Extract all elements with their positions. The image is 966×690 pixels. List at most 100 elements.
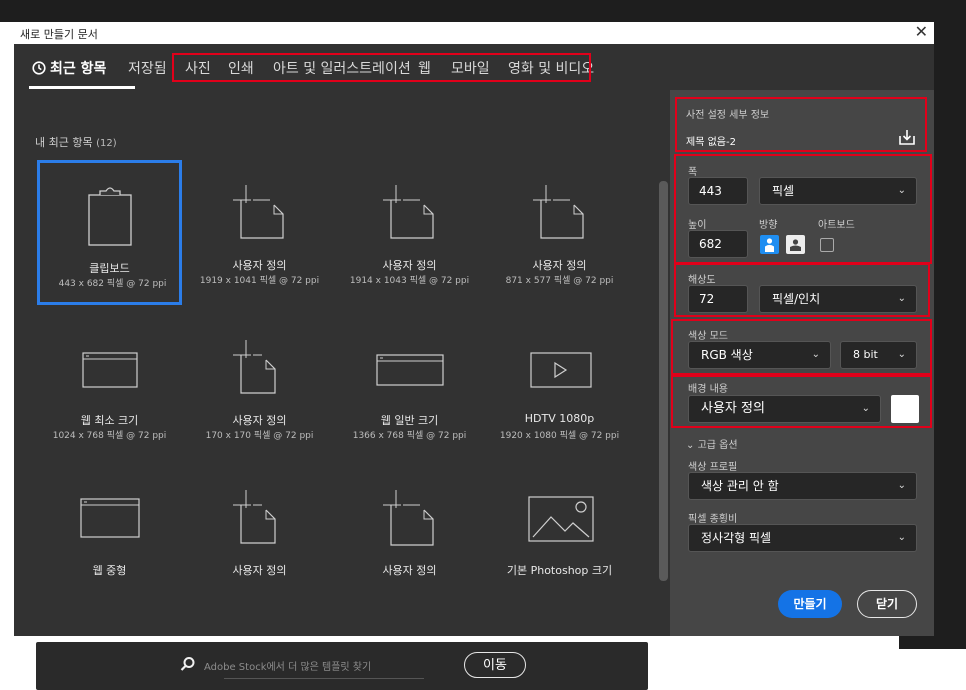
preset-name-field[interactable]: 제목 없음-2 [686, 133, 736, 148]
custom-document-icon [337, 483, 482, 553]
tile-name: 사용자 정의 [382, 259, 437, 272]
search-icon [180, 657, 195, 671]
color-mode-dropdown[interactable]: RGB 색상 ⌄ [688, 341, 831, 369]
tab-saved[interactable]: 저장됨 [128, 58, 167, 78]
new-document-dialog: 새로 만들기 문서 ✕ 최근 항목 저장됨 사진 인쇄 아트 및 일러스트레이션… [14, 22, 934, 690]
preset-tile[interactable]: 웹 중형 [37, 465, 182, 610]
color-mode-value: RGB 색상 [701, 348, 753, 362]
bit-depth-dropdown[interactable]: 8 bit ⌄ [840, 341, 917, 369]
resolution-input[interactable]: 72 [688, 285, 748, 313]
tile-name: 웹 최소 크기 [80, 414, 139, 427]
preset-tile[interactable]: 사용자 정의 1919 x 1041 픽셀 @ 72 ppi [187, 160, 332, 305]
background-bar-right [934, 0, 966, 649]
tab-art-illustration[interactable]: 아트 및 일러스트레이션 [273, 58, 411, 78]
pixel-ratio-value: 정사각형 픽셀 [701, 531, 772, 545]
background-bar-top [0, 0, 966, 22]
chevron-down-icon: ⌄ [897, 293, 906, 304]
artboard-checkbox[interactable] [820, 238, 834, 252]
tile-dims: 1920 x 1080 픽셀 @ 72 ppi [499, 431, 620, 441]
go-button[interactable]: 이동 [464, 652, 526, 678]
active-tab-indicator [29, 86, 135, 89]
color-profile-value: 색상 관리 안 함 [701, 479, 779, 493]
portrait-icon[interactable] [760, 235, 779, 254]
chevron-down-icon: ⌄ [861, 403, 870, 414]
save-preset-icon[interactable] [898, 128, 916, 146]
preset-tile[interactable]: 사용자 정의 [337, 465, 482, 610]
tile-dims: 871 x 577 픽셀 @ 72 ppi [505, 276, 614, 286]
dialog-titlebar: 새로 만들기 문서 ✕ [14, 22, 934, 44]
background-strip [899, 636, 966, 649]
preset-details-pane: 사전 설정 세부 정보 제목 없음-2 폭 443 픽셀 ⌄ 높이 방향 아트보드… [670, 90, 934, 636]
tab-film-video[interactable]: 영화 및 비디오 [508, 58, 594, 78]
stock-search-bar: Adobe Stock에서 더 많은 템플릿 찾기 이동 [36, 642, 648, 690]
tile-dims: 1024 x 768 픽셀 @ 72 ppi [52, 431, 167, 441]
tile-name: 웹 일반 크기 [380, 414, 439, 427]
tile-name: 웹 중형 [92, 564, 127, 577]
chevron-down-icon: ⌄ [897, 349, 906, 360]
color-mode-label: 색상 모드 [688, 331, 728, 342]
stock-search-input[interactable]: Adobe Stock에서 더 많은 템플릿 찾기 [204, 658, 371, 673]
background-label: 배경 내용 [688, 384, 728, 395]
clipboard-icon [40, 181, 179, 251]
artboard-label: 아트보드 [818, 220, 855, 231]
tab-mobile[interactable]: 모바일 [451, 58, 490, 78]
width-label: 폭 [688, 167, 698, 178]
preset-tile[interactable]: 사용자 정의 170 x 170 픽셀 @ 72 ppi [187, 315, 332, 460]
preset-tile[interactable]: HDTV 1080p 1920 x 1080 픽셀 @ 72 ppi [487, 315, 632, 460]
recent-pane: 내 최근 항목 (12) 클립보드 443 x 682 픽셀 @ 72 ppi … [14, 90, 670, 690]
pixel-ratio-dropdown[interactable]: 정사각형 픽셀 ⌄ [688, 524, 917, 552]
preset-tile[interactable]: 기본 Photoshop 크기 [487, 465, 632, 610]
preset-tile[interactable]: 사용자 정의 [187, 465, 332, 610]
close-button[interactable]: 닫기 [857, 590, 917, 618]
advanced-options-label: 고급 옵션 [697, 440, 738, 451]
height-input[interactable]: 682 [688, 230, 748, 258]
preset-tile[interactable]: 웹 최소 크기 1024 x 768 픽셀 @ 72 ppi [37, 315, 182, 460]
recent-section-label: 내 최근 항목 (12) [35, 136, 117, 149]
color-profile-label: 색상 프로필 [688, 462, 738, 473]
tile-name: 사용자 정의 [232, 564, 287, 577]
tile-name: 사용자 정의 [382, 564, 437, 577]
advanced-options-toggle[interactable]: ⌄ 고급 옵션 [686, 436, 738, 451]
custom-document-icon [337, 178, 482, 248]
web-window-icon [37, 483, 182, 553]
custom-document-icon [187, 333, 332, 403]
clock-icon [32, 61, 46, 75]
color-profile-dropdown[interactable]: 색상 관리 안 함 ⌄ [688, 472, 917, 500]
preset-tile[interactable]: 사용자 정의 871 x 577 픽셀 @ 72 ppi [487, 160, 632, 305]
custom-document-icon [187, 178, 332, 248]
width-unit-value: 픽셀 [772, 184, 795, 198]
close-icon[interactable]: ✕ [915, 22, 928, 41]
custom-document-icon [187, 483, 332, 553]
tile-name: 사용자 정의 [532, 259, 587, 272]
create-button[interactable]: 만들기 [778, 590, 842, 618]
background-dropdown[interactable]: 사용자 정의 ⌄ [688, 395, 881, 423]
width-input[interactable]: 443 [688, 177, 748, 205]
resolution-label: 해상도 [688, 275, 716, 286]
chevron-down-icon: ⌄ [897, 532, 906, 543]
tab-photo[interactable]: 사진 [185, 58, 211, 78]
tile-name: 기본 Photoshop 크기 [506, 564, 613, 577]
tab-web[interactable]: 웹 [418, 58, 431, 78]
resolution-unit-value: 픽셀/인치 [772, 292, 821, 306]
background-value: 사용자 정의 [701, 401, 765, 416]
chevron-down-icon: ⌄ [897, 480, 906, 491]
background-color-swatch[interactable] [891, 395, 919, 423]
tab-recent[interactable]: 최근 항목 [32, 58, 106, 78]
tab-print[interactable]: 인쇄 [228, 58, 254, 78]
preset-details-header: 사전 설정 세부 정보 [686, 110, 770, 121]
preset-tile-clipboard[interactable]: 클립보드 443 x 682 픽셀 @ 72 ppi [37, 160, 182, 305]
scrollbar-thumb[interactable] [659, 181, 668, 581]
tile-name: HDTV 1080p [524, 412, 595, 425]
recent-scrollbar[interactable] [659, 178, 668, 598]
tile-name: 사용자 정의 [232, 414, 287, 427]
resolution-unit-dropdown[interactable]: 픽셀/인치 ⌄ [759, 285, 917, 313]
preset-tile[interactable]: 사용자 정의 1914 x 1043 픽셀 @ 72 ppi [337, 160, 482, 305]
tab-recent-label: 최근 항목 [50, 61, 107, 77]
landscape-icon[interactable] [786, 235, 805, 254]
preset-tile[interactable]: 웹 일반 크기 1366 x 768 픽셀 @ 72 ppi [337, 315, 482, 460]
custom-document-icon [487, 178, 632, 248]
width-unit-dropdown[interactable]: 픽셀 ⌄ [759, 177, 917, 205]
dialog-title: 새로 만들기 문서 [20, 28, 98, 41]
chevron-down-icon: ⌄ [686, 440, 695, 451]
web-window-icon [337, 333, 482, 403]
